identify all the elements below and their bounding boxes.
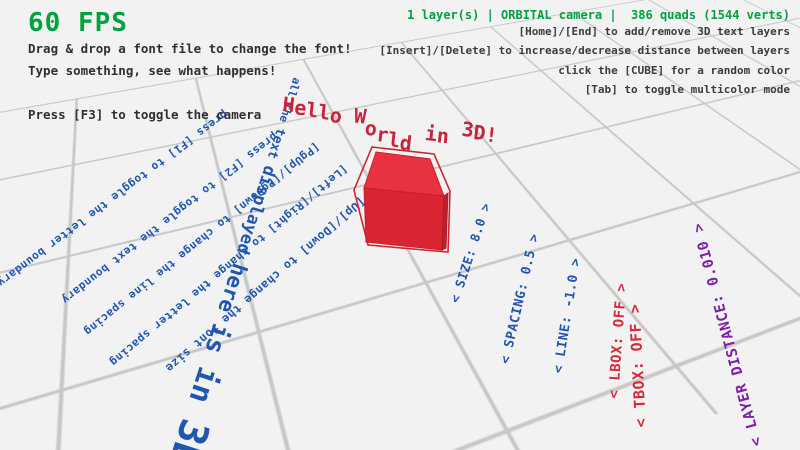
hud-hint-line: [Home]/[End] to add/remove 3D text layer… xyxy=(379,22,790,41)
hud-left: 60 FPS Drag & drop a font file to change… xyxy=(28,8,352,126)
fps-counter: 60 FPS xyxy=(28,8,352,38)
stats-line: 1 layer(s) | ORBITAL camera | 386 quads … xyxy=(379,8,790,22)
hud-hint-line: [Insert]/[Delete] to increase/decrease d… xyxy=(379,41,790,60)
hint-type-something: Type something, see what happens! xyxy=(28,60,352,82)
hint-drag-drop: Drag & drop a font file to change the fo… xyxy=(28,38,352,60)
right-hints: [Home]/[End] to add/remove 3D text layer… xyxy=(379,22,790,99)
hud-hint-line: [Tab] to toggle multicolor mode xyxy=(379,80,790,99)
hud-hint-line: click the [CUBE] for a random color xyxy=(379,61,790,80)
app-window: press [F1] to toggle the letter boundary… xyxy=(0,0,800,450)
hint-camera-toggle: Press [F3] to toggle the camera xyxy=(28,104,352,126)
hud-right: 1 layer(s) | ORBITAL camera | 386 quads … xyxy=(379,8,790,99)
cube-front-face xyxy=(364,188,444,250)
